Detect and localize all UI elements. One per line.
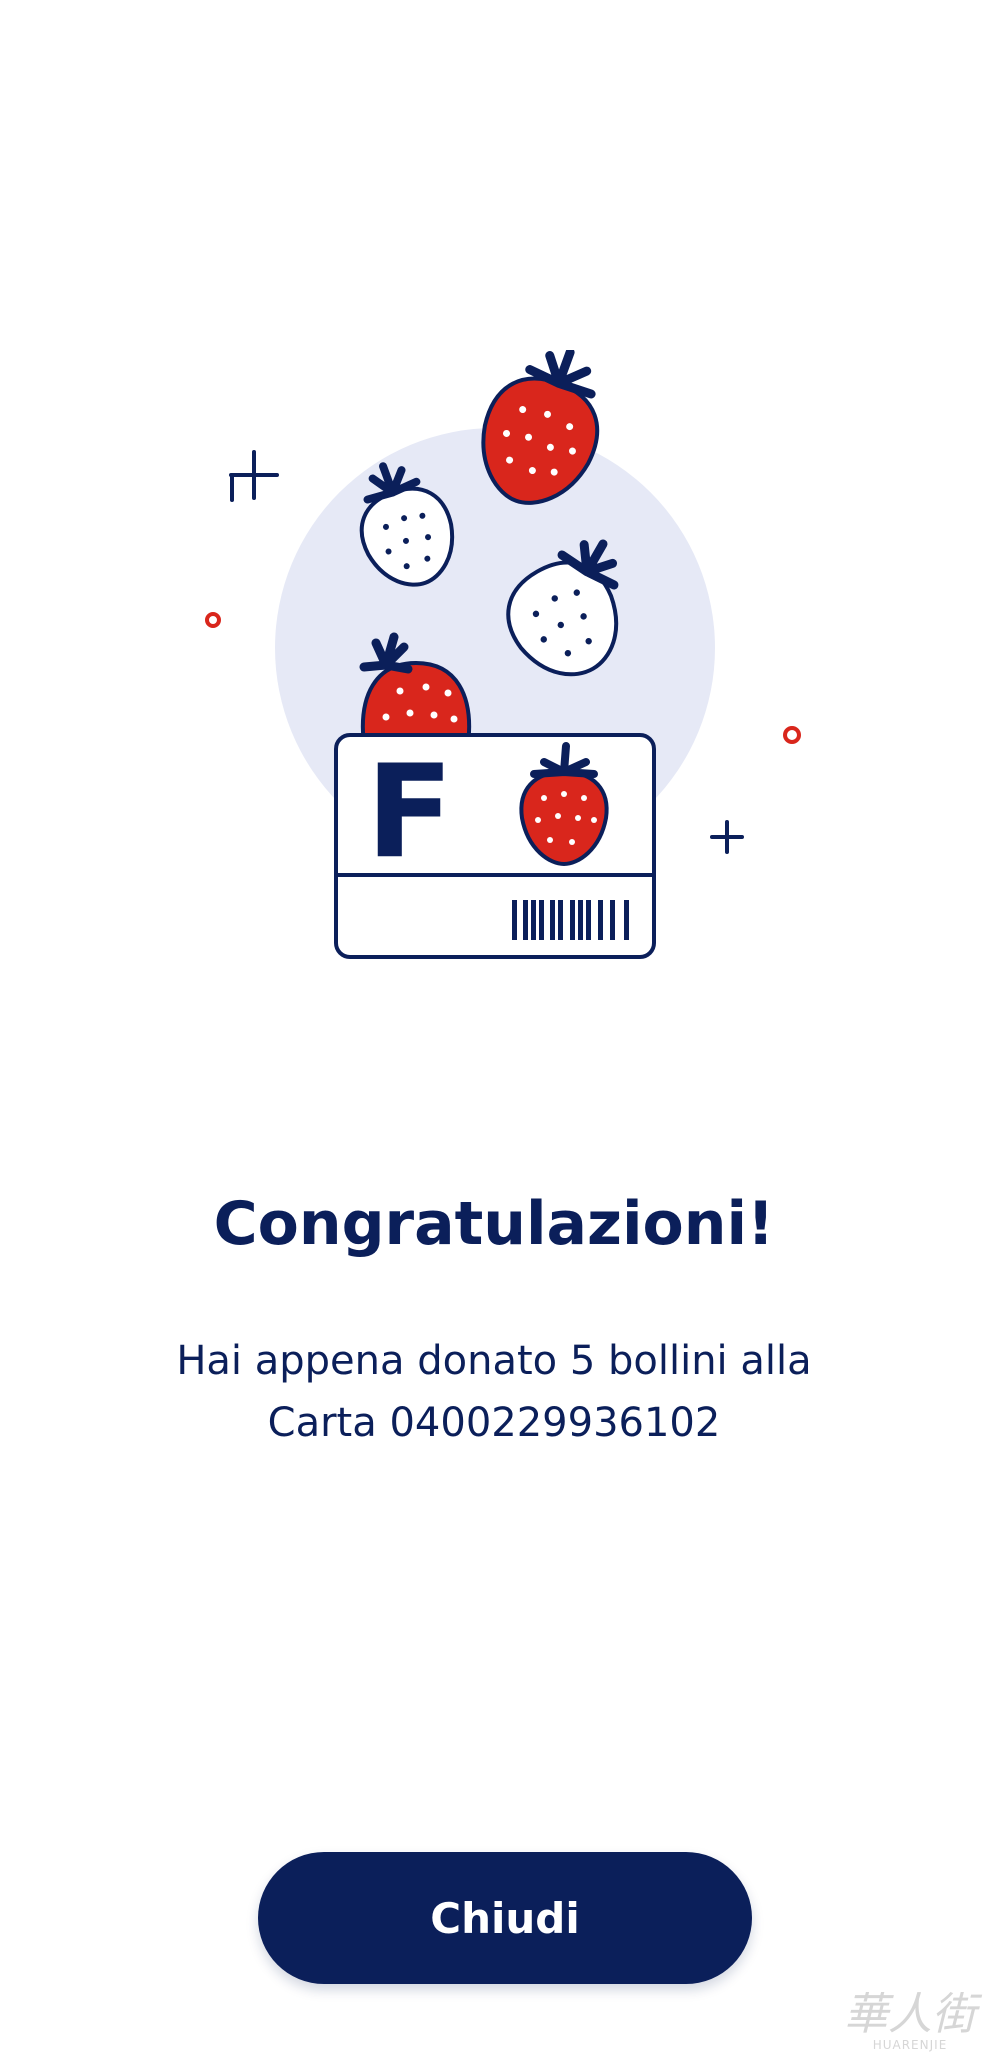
success-illustration: F xyxy=(205,350,801,959)
success-title: Congratulazioni! xyxy=(213,1189,775,1259)
donation-message: Hai appena donato 5 bollini alla Carta 0… xyxy=(120,1330,868,1454)
plus-sparkle-icon xyxy=(710,820,744,854)
ring-decoration-icon xyxy=(783,726,801,744)
watermark-logo: 華人街 HUARENJIE xyxy=(844,1989,976,2053)
ring-decoration-icon xyxy=(205,612,221,628)
plus-sparkle-icon xyxy=(229,450,279,500)
watermark-logo-text: 華人街 xyxy=(844,1989,976,2040)
close-button[interactable]: Chiudi xyxy=(258,1852,752,1984)
loyalty-card-icon: F xyxy=(334,733,656,959)
donation-message-line1: Hai appena donato 5 bollini alla xyxy=(176,1338,812,1384)
donation-message-line2: Carta 0400229936102 xyxy=(267,1400,721,1446)
card-brand-letter: F xyxy=(366,738,453,887)
watermark-sub-text: HUARENJIE xyxy=(872,2038,948,2052)
